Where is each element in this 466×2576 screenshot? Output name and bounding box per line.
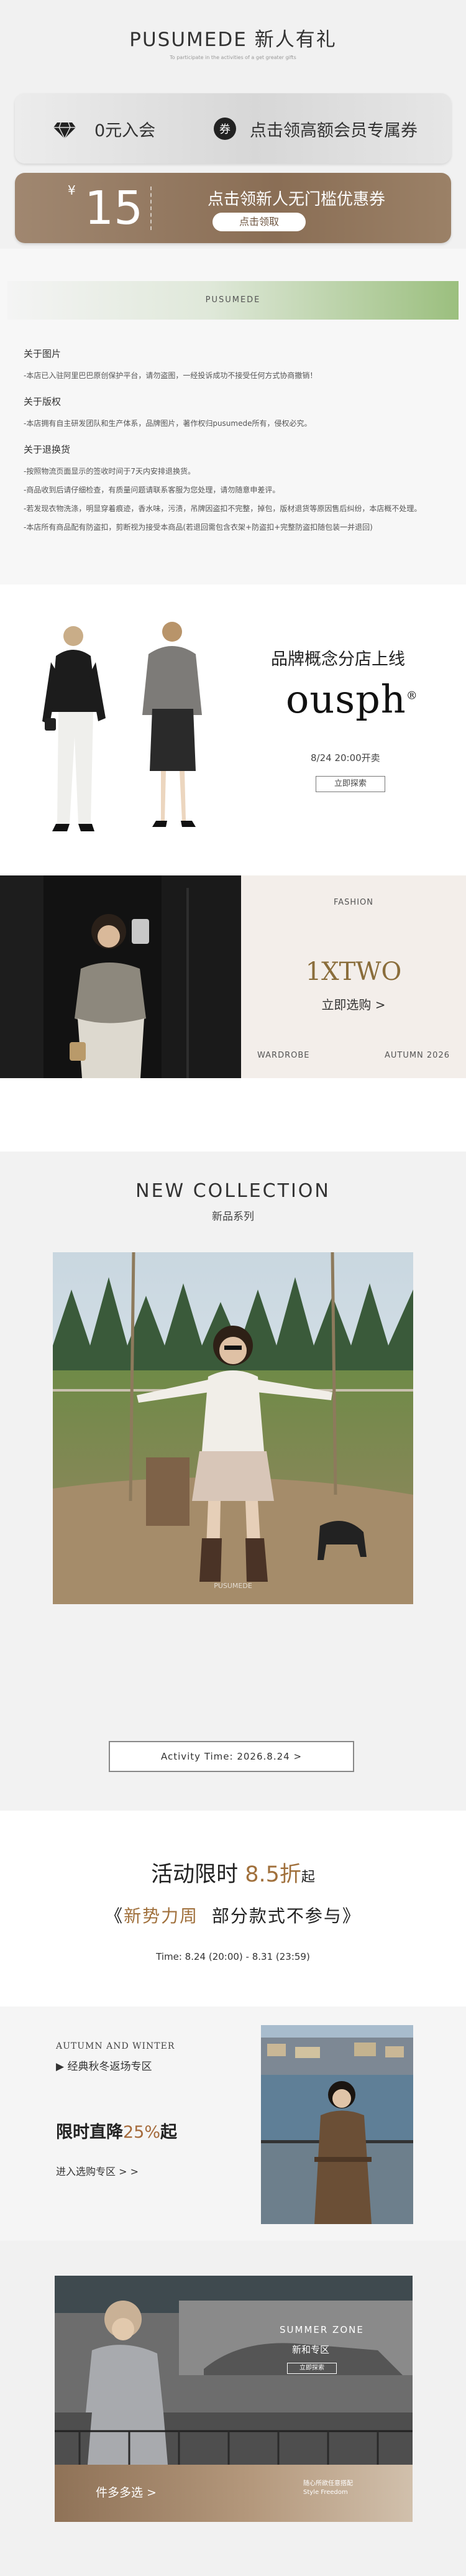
summer-zone-section[interactable]: SUMMER ZONE 新和专区 立即探索 件多多选 > 随心所欲任意搭配 St… <box>0 2241 466 2576</box>
launch-date: 8/24 20:00开卖 <box>311 752 380 764</box>
price-drop-suffix: 起 <box>160 2123 178 2142</box>
autumn-winter-section[interactable]: AUTUMN AND WINTER ▶ 经典秋冬返场专区 限时直降25%起 进入… <box>0 2006 466 2241</box>
new-user-coupon-card[interactable]: ¥ 15 点击领新人无门槛优惠券 点击领取 <box>15 173 451 243</box>
new-collection-section: NEW COLLECTION 新品系列 PUSUMEDE Activity Ti… <box>0 1152 466 1811</box>
coupon-divider <box>150 187 152 230</box>
notice-list: 关于图片 -本店已入驻阿里巴巴原创保护平台，请勿盗图，一经投诉成功不接受任何方式… <box>24 347 446 537</box>
registered-mark: ® <box>406 689 418 703</box>
brand-banner-text: PUSUMEDE <box>205 295 261 305</box>
autumn-photo <box>261 2025 413 2224</box>
xtwo-panel: FASHION 1XTWO 立即选购 > WARDROBE AUTUMN 202… <box>241 875 466 1078</box>
collection-title: NEW COLLECTION <box>135 1180 331 1202</box>
wardrobe-label: WARDROBE <box>257 1051 310 1060</box>
brand-banner: PUSUMEDE <box>7 281 459 320</box>
model-photo-offshoulder-dress <box>0 875 241 1078</box>
limited-discount-section: 活动限时 8.5折起 《新势力周 部分款式不参与》 Time: 8.24 (20… <box>0 1811 466 2006</box>
banner-note: Style Freedom <box>303 2489 348 2496</box>
more-choices-banner[interactable]: 件多多选 > 随心所欲任意搭配 Style Freedom <box>55 2465 413 2522</box>
coupon-badge-icon: 券 <box>214 118 236 140</box>
fashion-tag: FASHION <box>334 898 373 907</box>
claim-coupon-button[interactable]: 点击领取 <box>212 213 306 231</box>
ousph-logo-text: ousph <box>286 676 406 722</box>
price-drop-value: 25% <box>123 2123 161 2142</box>
discount-value: 8.5折 <box>245 1862 301 1887</box>
shop-now-link[interactable]: 立即选购 > <box>241 995 466 1013</box>
notice-line: -本店已入驻阿里巴巴原创保护平台，请勿盗图，一经投诉成功不接受任何方式协商撤销！ <box>24 371 318 380</box>
xtwo-photo <box>0 875 241 1078</box>
enter-zone-link[interactable]: 进入选购专区 > > <box>56 2163 139 2178</box>
event-time: Time: 8.24 (20:00) - 8.31 (23:59) <box>156 1951 310 1962</box>
explore-button[interactable]: 立即探索 <box>316 776 385 792</box>
notice-heading: 关于退换货 <box>24 444 71 455</box>
page-subtitle: To participate in the activities of a ge… <box>170 55 296 60</box>
notice-line: -若发现衣物洗涤，明显穿着痕迹，香水味，污渍，吊牌因盗扣不完整，掉包，版材退货等… <box>24 504 422 513</box>
notice-line: -商品收到后请仔细检查，有质量问题请联系客服为您处理，请勿随意申差评。 <box>24 486 280 494</box>
model-photo-street <box>55 2276 413 2412</box>
branch-launch-headline: 品牌概念分店上线 <box>271 650 405 669</box>
autumn-winter-eyebrow: AUTUMN AND WINTER <box>56 2041 175 2051</box>
model-photo-grey-sweater <box>142 622 202 827</box>
notice-heading: 关于图片 <box>24 348 62 359</box>
more-choices-label: 件多多选 > <box>96 2486 157 2500</box>
activity-time-button[interactable]: Activity Time: 2026.8.24 > <box>109 1741 354 1772</box>
currency-symbol: ¥ <box>68 183 76 198</box>
member-coupon-card[interactable]: 0元入会 券 点击领高额会员专属券 <box>15 93 451 164</box>
page-title: PUSUMEDE 新人有礼 <box>129 29 337 51</box>
summer-photo <box>55 2276 413 2412</box>
event-bracket: 《 <box>105 1906 124 1926</box>
price-drop-prefix: 限时直降 <box>56 2123 123 2142</box>
diamond-icon <box>53 122 76 140</box>
xtwo-section[interactable]: FASHION 1XTWO 立即选购 > WARDROBE AUTUMN 202… <box>0 875 466 1078</box>
join-free-label: 0元入会 <box>94 121 156 141</box>
classic-zone-label: ▶ 经典秋冬返场专区 <box>56 2061 152 2073</box>
discount-headline: 活动限时 8.5折起 <box>0 1857 466 1888</box>
notice-line: -按照物流页面显示的签收时间于7天内安排退换货。 <box>24 467 195 476</box>
xtwo-brand: 1XTWO <box>305 958 402 986</box>
collection-subtitle: 新品系列 <box>212 1211 254 1223</box>
coupon-label: 点击领新人无门槛优惠券 <box>208 190 386 209</box>
season-label: AUTUMN 2026 <box>384 1051 450 1060</box>
model-on-swing-photo: PUSUMEDE <box>53 1252 413 1604</box>
collection-photo[interactable]: PUSUMEDE <box>53 1252 413 1604</box>
store-notice-section: PUSUMEDE 关于图片 -本店已入驻阿里巴巴原创保护平台，请勿盗图，一经投诉… <box>0 249 466 584</box>
event-note: 部分款式不参与》 <box>211 1906 361 1926</box>
event-name: 《新势力周 部分款式不参与》 <box>0 1903 466 1927</box>
new-member-gift-section: PUSUMEDE 新人有礼 To participate in the acti… <box>0 0 466 249</box>
banner-notes: 随心所欲任意搭配 Style Freedom <box>303 2480 353 2497</box>
page: PUSUMEDE 新人有礼 To participate in the acti… <box>0 0 466 2576</box>
model-photo-black-outfit <box>42 626 106 831</box>
ousph-launch-section[interactable]: 品牌概念分店上线 ousph® 8/24 20:00开卖 立即探索 <box>0 584 466 864</box>
summer-explore-button[interactable]: 立即探索 <box>287 2363 337 2374</box>
summer-zone-cn: 新和专区 <box>292 2344 330 2355</box>
svg-text:券: 券 <box>219 123 231 136</box>
notice-line: -本店拥有自主研发团队和生产体系，品牌图片，著作权归pusumede所有，侵权必… <box>24 419 312 428</box>
event-highlight: 新势力周 <box>124 1906 199 1926</box>
photo-watermark: PUSUMEDE <box>214 1582 252 1590</box>
coupon-amount: 15 <box>85 182 144 235</box>
discount-suffix: 起 <box>301 1870 315 1885</box>
notice-line: -本店所有商品配有防盗扣，剪断视为接受本商品(若退回需包含衣架+防盗扣+完整防盗… <box>24 523 373 532</box>
banner-note: 随心所欲任意搭配 <box>303 2480 353 2487</box>
ousph-logo: ousph® <box>286 676 418 722</box>
notice-heading: 关于版权 <box>24 396 62 407</box>
price-drop-headline: 限时直降25%起 <box>56 2118 177 2143</box>
discount-prefix: 活动限时 <box>151 1862 239 1887</box>
model-photo-coat-waterfront <box>261 2025 413 2224</box>
member-coupon-label: 点击领高额会员专属券 <box>250 121 418 141</box>
summer-zone-title: SUMMER ZONE <box>280 2324 364 2335</box>
